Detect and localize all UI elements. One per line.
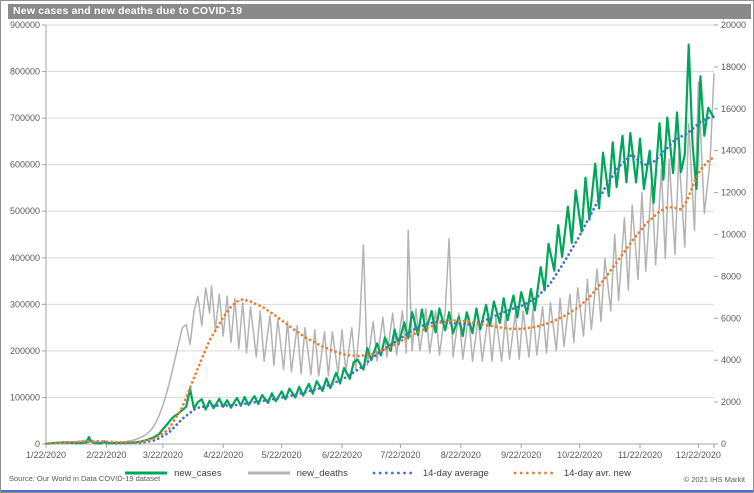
x-tick-label: 2/22/2020 <box>86 450 126 460</box>
y-right-tick-label: 18000 <box>721 62 746 72</box>
y-right-tick-label: 12000 <box>721 188 746 198</box>
series-new-deaths <box>46 73 714 443</box>
legend-swatch <box>246 469 292 477</box>
x-tick-label: 3/22/2020 <box>143 450 183 460</box>
y-left-tick-label: 300000 <box>10 299 40 309</box>
x-tick-label: 4/22/2020 <box>203 450 243 460</box>
y-left-tick-label: 700000 <box>10 113 40 123</box>
y-right-tick-label: 8000 <box>721 271 741 281</box>
series-14-day-avr-new <box>46 157 714 444</box>
y-left-tick-label: 500000 <box>10 206 40 216</box>
y-right-tick-label: 4000 <box>721 355 741 365</box>
x-tick-label: 8/22/2020 <box>441 450 481 460</box>
legend-label: 14-day avr. new <box>564 468 631 479</box>
x-tick-label: 6/22/2020 <box>322 450 362 460</box>
legend-label: new_deaths <box>297 468 348 479</box>
y-right-tick-label: 20000 <box>721 20 746 30</box>
y-left-tick-label: 400000 <box>10 253 40 263</box>
y-right-tick-label: 10000 <box>721 230 746 240</box>
legend-swatch <box>513 469 559 477</box>
y-right-tick-label: 2000 <box>721 397 741 407</box>
x-tick-label: 7/22/2020 <box>380 450 420 460</box>
y-left-tick-label: 600000 <box>10 160 40 170</box>
y-left-tick-label: 200000 <box>10 346 40 356</box>
legend-item-14-day-avr-new: 14-day avr. new <box>513 468 631 479</box>
footer-accent-line <box>1 490 753 492</box>
legend-label: 14-day average <box>423 468 489 479</box>
x-tick-label: 9/22/2020 <box>501 450 541 460</box>
y-left-tick-label: 900000 <box>10 20 40 30</box>
y-left-tick-label: 800000 <box>10 67 40 77</box>
y-right-tick-label: 6000 <box>721 313 741 323</box>
source-note: Source: Our World in Data COVID-19 datas… <box>9 474 160 483</box>
copyright-note: © 2021 IHS Markit <box>684 475 745 484</box>
x-tick-label: 12/22/2020 <box>676 450 721 460</box>
y-right-tick-label: 0 <box>721 439 726 449</box>
x-tick-label: 1/22/2020 <box>26 450 66 460</box>
y-left-tick-label: 0 <box>35 439 40 449</box>
x-tick-label: 5/22/2020 <box>262 450 302 460</box>
y-right-tick-label: 16000 <box>721 104 746 114</box>
x-tick-label: 10/22/2020 <box>557 450 602 460</box>
chart-window: New cases and new deaths due to COVID-19… <box>0 0 754 493</box>
y-right-tick-label: 14000 <box>721 146 746 156</box>
legend-item-new-deaths: new_deaths <box>246 468 348 479</box>
legend-label: new_cases <box>174 468 222 479</box>
x-tick-label: 11/22/2020 <box>618 450 662 460</box>
legend-item-14-day-average: 14-day average <box>372 468 489 479</box>
chart-plot: 0100000200000300000400000500000600000700… <box>1 1 754 493</box>
legend-swatch <box>372 469 418 477</box>
y-left-tick-label: 100000 <box>10 392 40 402</box>
